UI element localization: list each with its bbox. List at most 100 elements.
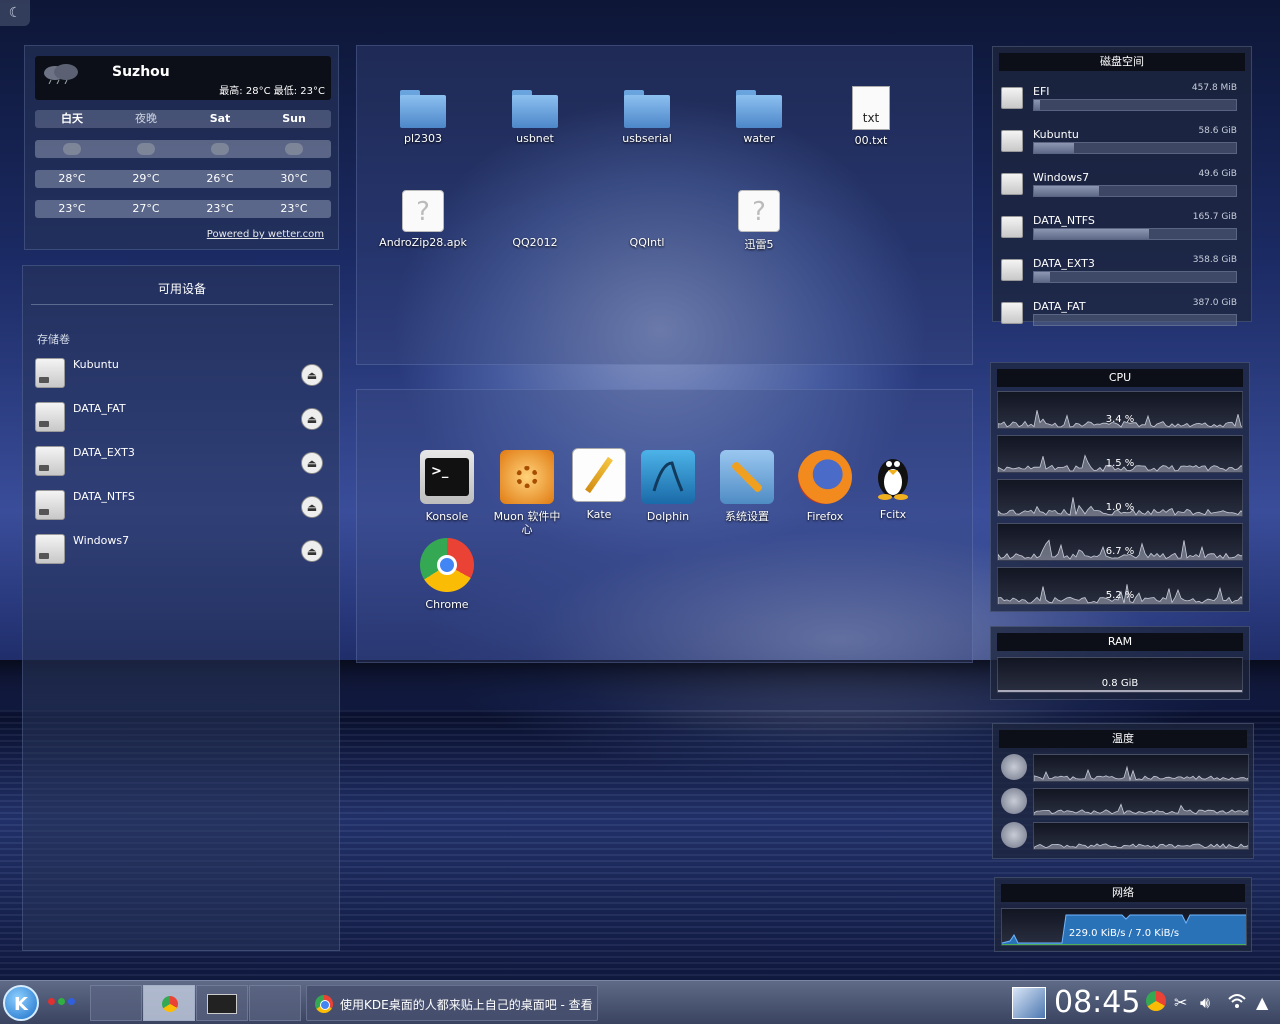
disk-item[interactable]: DATA_FAT 387.0 GiB: [1001, 296, 1241, 332]
cloud-rain-icon: [44, 64, 78, 84]
disk-name: DATA_NTFS: [1033, 214, 1095, 227]
rain-icon: [109, 140, 183, 158]
eject-icon[interactable]: ⏏: [301, 408, 323, 430]
disk-item[interactable]: Windows7 49.6 GiB: [1001, 167, 1241, 203]
weather-highs-row: 28°C 29°C 26°C 30°C: [35, 170, 331, 188]
ram-graph: 0.8 GiB: [997, 657, 1243, 693]
disk-usage-fill: [1034, 100, 1041, 110]
dolphin-icon: [641, 450, 695, 504]
disk-name: Windows7: [1033, 171, 1090, 184]
weather-powered-link[interactable]: Powered by wetter.com: [207, 229, 324, 240]
firefox-icon: [798, 450, 852, 504]
gauge-icon: [1001, 788, 1027, 814]
file-label: usbnet: [516, 132, 554, 145]
desktop-toolbox-button[interactable]: ☾: [0, 0, 30, 26]
file-item[interactable]: usbnet: [479, 90, 591, 145]
drive-icon: [1001, 87, 1023, 109]
kde-menu-button[interactable]: K: [0, 983, 42, 1023]
scissors-icon[interactable]: ✂: [1174, 993, 1187, 1012]
disk-usage-fill: [1034, 272, 1051, 282]
disk-size: 387.0 GiB: [1192, 298, 1237, 308]
app-label: Konsole: [425, 510, 469, 523]
pager-desktop-2[interactable]: [143, 985, 195, 1021]
file-item[interactable]: txt 00.txt: [815, 86, 927, 147]
digital-clock[interactable]: 08:45: [1054, 985, 1140, 1020]
show-desktop-icon[interactable]: [1012, 987, 1046, 1019]
disk-size: 457.8 MiB: [1191, 83, 1237, 93]
file-label: pl2303: [403, 132, 443, 145]
chrome-icon: [420, 538, 474, 592]
app-launcher-system-settings[interactable]: 系统设置: [711, 450, 783, 523]
file-item[interactable]: QQ2012: [479, 190, 591, 249]
weather-day: 夜晚: [135, 112, 157, 125]
unknown-file-icon: ?: [738, 190, 780, 232]
taskbar: K 使用KDE桌面的人都来贴上自己的桌面吧 - 查看 08:45 ✂ 🔊︎ ▲: [0, 980, 1280, 1024]
weather-widget[interactable]: Suzhou 最高: 28°C 最低: 23°C 白天 夜晚 Sat Sun 2…: [24, 45, 339, 250]
eject-icon[interactable]: ⏏: [301, 540, 323, 562]
device-item[interactable]: DATA_EXT3 ⏏: [35, 444, 335, 480]
weather-day: Sun: [282, 112, 306, 125]
disk-usage-fill: [1034, 143, 1075, 153]
activity-trace: [1034, 765, 1248, 781]
drive-icon: [1001, 216, 1023, 238]
eject-icon[interactable]: ⏏: [301, 364, 323, 386]
app-launcher-fcitx[interactable]: Fcitx: [857, 448, 929, 521]
disk-usage-bar: [1033, 228, 1237, 240]
device-name: DATA_FAT: [73, 402, 126, 415]
folder-icon: [736, 90, 782, 128]
temp-graph: [1033, 788, 1249, 816]
device-item[interactable]: Kubuntu ⏏: [35, 356, 335, 392]
kde-logo-icon: K: [3, 985, 39, 1021]
weather-high: 30°C: [280, 172, 308, 185]
volume-icon[interactable]: 🔊︎: [1200, 993, 1210, 1013]
app-launcher-dolphin[interactable]: Dolphin: [632, 450, 704, 523]
device-item[interactable]: DATA_FAT ⏏: [35, 400, 335, 436]
terminal-icon: >_: [420, 450, 474, 504]
disk-item[interactable]: DATA_NTFS 165.7 GiB: [1001, 210, 1241, 246]
weather-low: 23°C: [280, 202, 308, 215]
weather-low: 23°C: [58, 202, 86, 215]
app-launcher-chrome[interactable]: Chrome: [411, 538, 483, 611]
disk-size: 165.7 GiB: [1192, 212, 1237, 222]
cpu-monitor-widget: CPU 3.4 % 1.5 % 1.0 % 6.7 % 5.2 %: [990, 362, 1250, 612]
disk-item[interactable]: DATA_EXT3 358.8 GiB: [1001, 253, 1241, 289]
disk-item[interactable]: Kubuntu 58.6 GiB: [1001, 124, 1241, 160]
panel-expand-icon[interactable]: ▲: [1256, 993, 1268, 1012]
cpu-title: CPU: [997, 369, 1243, 387]
drive-icon: [35, 446, 65, 476]
activity-switcher[interactable]: [48, 998, 75, 1005]
device-item[interactable]: DATA_NTFS ⏏: [35, 488, 335, 524]
app-launcher-konsole[interactable]: >_ Konsole: [411, 450, 483, 523]
drive-icon: [1001, 302, 1023, 324]
pager-desktop-1[interactable]: [90, 985, 142, 1021]
wifi-icon[interactable]: [1228, 993, 1246, 1013]
drive-icon: [1001, 130, 1023, 152]
folder-icon: [624, 90, 670, 128]
weather-high: 28°C: [58, 172, 86, 185]
file-item[interactable]: water: [703, 90, 815, 145]
app-launcher-firefox[interactable]: Firefox: [789, 450, 861, 523]
chrome-tray-icon[interactable]: [1146, 991, 1166, 1011]
file-item[interactable]: usbserial: [591, 90, 703, 145]
app-launcher-kate[interactable]: Kate: [563, 448, 635, 521]
file-label: usbserial: [622, 132, 672, 145]
device-name: Kubuntu: [73, 358, 119, 371]
activity-trace: [1034, 803, 1248, 815]
file-label: AndroZip28.apk: [379, 236, 467, 249]
file-item[interactable]: pl2303: [367, 90, 479, 145]
app-launcher-muon[interactable]: Muon 软件中心: [491, 450, 563, 536]
pager-desktop-4[interactable]: [249, 985, 301, 1021]
eject-icon[interactable]: ⏏: [301, 496, 323, 518]
task-chrome-window[interactable]: 使用KDE桌面的人都来贴上自己的桌面吧 - 查看: [306, 985, 598, 1021]
device-item[interactable]: Windows7 ⏏: [35, 532, 335, 568]
file-item[interactable]: QQIntl: [591, 190, 703, 249]
disk-space-widget: 磁盘空间 EFI 457.8 MiB Kubuntu 58.6 GiB Wind…: [992, 46, 1252, 326]
disk-item[interactable]: EFI 457.8 MiB: [1001, 81, 1241, 117]
cpu-core-value: 5.2 %: [1105, 590, 1135, 601]
quicklaunch-widget: >_ Konsole Muon 软件中心 Kate Dolphin 系统设置 F…: [356, 389, 973, 663]
pager-desktop-3[interactable]: [196, 985, 248, 1021]
file-item[interactable]: ? AndroZip28.apk: [367, 190, 479, 249]
disk-title: 磁盘空间: [999, 53, 1245, 71]
eject-icon[interactable]: ⏏: [301, 452, 323, 474]
file-item[interactable]: ? 迅雷5: [703, 190, 815, 252]
